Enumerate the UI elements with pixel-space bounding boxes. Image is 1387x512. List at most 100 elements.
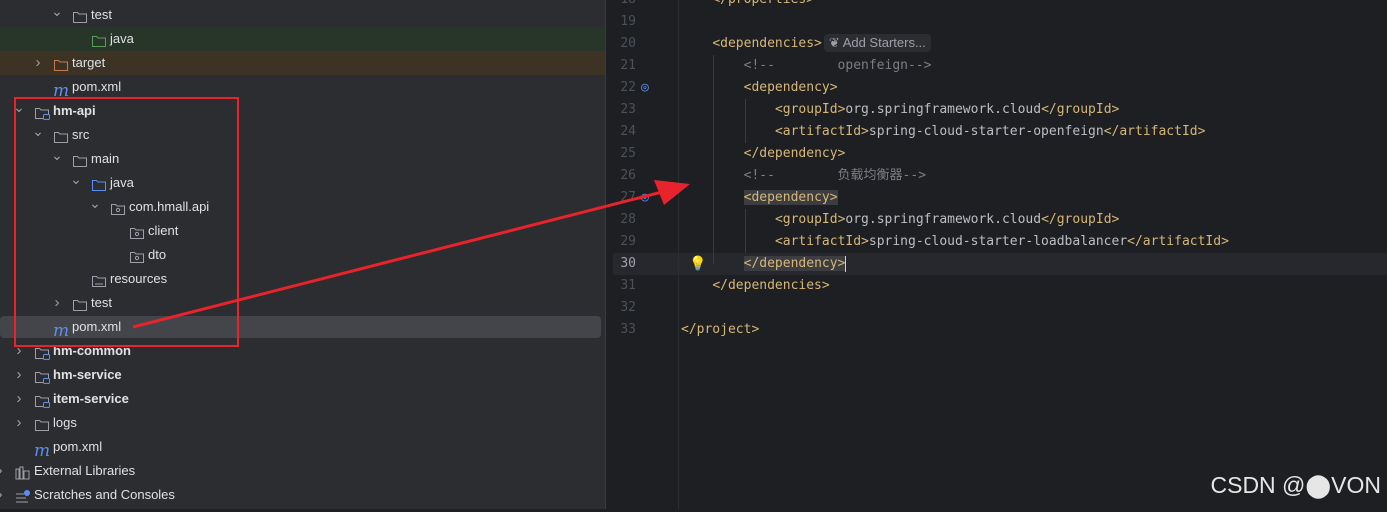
tree-item-external-libraries[interactable]: › External Libraries xyxy=(0,459,605,483)
tree-item-label: target xyxy=(72,55,106,70)
code-line[interactable]: 18 </properties> xyxy=(613,0,1387,11)
tree-item-java[interactable]: ⌄ java xyxy=(0,171,605,195)
line-number: 27 xyxy=(620,190,636,205)
folder-icon xyxy=(72,296,88,311)
tree-item-label: java xyxy=(110,175,134,190)
chevron-right-icon[interactable]: › xyxy=(13,411,25,435)
project-tree: ⌄ test java › target m pom.xml ⌄ hm-api ⌄ src ⌄ main… xyxy=(0,0,605,509)
code-line[interactable]: 25 </dependency> xyxy=(613,143,1387,165)
tree-item-client[interactable]: client xyxy=(0,219,605,243)
module-folder-icon xyxy=(34,392,50,408)
tree-item-pom-xml[interactable]: m pom.xml xyxy=(0,316,601,340)
xml-tag: </artifactId> xyxy=(1127,234,1229,249)
gutter-divider xyxy=(678,0,679,509)
chevron-right-icon[interactable]: › xyxy=(32,51,44,75)
code-text: <!-- 负载均衡器--> xyxy=(744,165,926,187)
xml-tag: </dependency> xyxy=(743,146,846,161)
xml-comment: <!-- 负载均衡器--> xyxy=(743,168,927,183)
code-line[interactable]: 20 <dependencies> ❦ Add Starters... xyxy=(613,33,1387,55)
line-number: 26 xyxy=(620,168,636,183)
tree-item-label: main xyxy=(91,151,120,166)
code-line[interactable]: 21 <!-- openfeign--> xyxy=(613,55,1387,77)
code-line[interactable]: 31 </dependencies> xyxy=(613,275,1387,297)
tree-item-test[interactable]: › test xyxy=(0,291,605,315)
xml-tag: </dependencies> xyxy=(712,278,830,293)
chevron-right-icon[interactable]: › xyxy=(13,363,25,387)
code-line[interactable]: 22 ◎ <dependency> xyxy=(613,77,1387,99)
tree-item-item-service[interactable]: › item-service xyxy=(0,387,605,411)
code-line[interactable]: 30 💡 </dependency> xyxy=(613,253,1387,275)
code-line[interactable]: 24 <artifactId>spring-cloud-starter-openf… xyxy=(613,121,1387,143)
code-text: </dependency> xyxy=(744,143,846,165)
chevron-right-icon[interactable]: › xyxy=(51,291,63,315)
test-source-folder-icon xyxy=(91,32,107,47)
xml-tag: <artifactId> xyxy=(774,234,869,249)
indent-guide xyxy=(744,209,746,253)
code-line[interactable]: 19 xyxy=(613,11,1387,33)
tree-item-label: hm-common xyxy=(53,343,131,358)
tree-item-pom-xml[interactable]: m pom.xml xyxy=(0,435,605,460)
code-text: <!-- openfeign--> xyxy=(744,55,932,77)
tree-item-target[interactable]: › target xyxy=(0,51,605,75)
chevron-down-icon[interactable]: ⌄ xyxy=(32,123,44,147)
line-number: 25 xyxy=(620,146,636,161)
tree-item-dto[interactable]: dto xyxy=(0,243,605,267)
maven-icon: m xyxy=(53,81,70,101)
xml-tag: </groupId> xyxy=(1041,212,1120,227)
chevron-down-icon[interactable]: ⌄ xyxy=(70,171,82,195)
lightbulb-icon[interactable]: 💡 xyxy=(689,253,706,275)
tree-item-label: resources xyxy=(110,271,168,286)
line-number: 19 xyxy=(620,14,636,29)
chevron-down-icon[interactable]: ⌄ xyxy=(13,99,25,123)
tree-item-scratches-and-consoles[interactable]: › Scratches and Consoles xyxy=(0,483,605,507)
package-icon xyxy=(129,248,145,263)
tree-item-hm-service[interactable]: › hm-service xyxy=(0,363,605,387)
tree-item-label: logs xyxy=(53,415,77,430)
chevron-right-icon[interactable]: › xyxy=(0,483,6,507)
tree-item-label: hm-api xyxy=(53,103,96,118)
code-editor[interactable]: 18</properties> 19 20<dependencies>❦ Add S… xyxy=(613,0,1387,509)
tree-item-main[interactable]: ⌄ main xyxy=(0,147,605,171)
add-starters-button[interactable]: ❦ Add Starters... xyxy=(823,34,931,52)
chevron-down-icon[interactable]: ⌄ xyxy=(51,147,63,171)
code-line[interactable]: 27 ◎ <dependency> xyxy=(613,187,1387,209)
chevron-down-icon[interactable]: ⌄ xyxy=(89,195,101,219)
line-number: 22 xyxy=(620,80,636,95)
xml-tag: <dependency> xyxy=(743,80,838,95)
code-line[interactable]: 33 </project> xyxy=(613,319,1387,341)
xml-tag: <groupId> xyxy=(774,212,846,227)
package-icon xyxy=(129,224,145,239)
code-text: <groupId>org.springframework.cloud</grou… xyxy=(775,99,1119,121)
chevron-right-icon[interactable]: › xyxy=(13,339,25,363)
tree-item-label: item-service xyxy=(53,391,129,406)
code-line[interactable]: 29 <artifactId>spring-cloud-starter-loadb… xyxy=(613,231,1387,253)
folder-icon xyxy=(53,128,69,143)
spring-bean-icon[interactable]: ◎ xyxy=(641,77,649,99)
line-number: 32 xyxy=(620,300,636,315)
spring-leaf-icon: ❦ xyxy=(828,35,843,50)
code-text: <dependency> xyxy=(744,77,838,99)
line-number: 23 xyxy=(620,102,636,117)
tree-item-test[interactable]: ⌄ test xyxy=(0,3,605,27)
tree-item-logs[interactable]: › logs xyxy=(0,411,605,435)
chevron-right-icon[interactable]: › xyxy=(0,459,6,483)
tree-item-pom-xml[interactable]: m pom.xml xyxy=(0,75,605,101)
indent-guide xyxy=(713,55,715,264)
chevron-down-icon[interactable]: ⌄ xyxy=(51,3,63,27)
code-line[interactable]: 23 <groupId>org.springframework.cloud</gr… xyxy=(613,99,1387,121)
chevron-right-icon[interactable]: › xyxy=(13,387,25,411)
tree-item-java[interactable]: java xyxy=(0,27,605,51)
spring-bean-icon[interactable]: ◎ xyxy=(641,187,649,209)
tree-item-hm-common[interactable]: › hm-common xyxy=(0,339,605,363)
folder-icon xyxy=(72,152,88,167)
code-line[interactable]: 28 <groupId>org.springframework.cloud</gr… xyxy=(613,209,1387,231)
tree-item-label: pom.xml xyxy=(72,319,122,334)
tree-item-src[interactable]: ⌄ src xyxy=(0,123,605,147)
tree-item-hm-api[interactable]: ⌄ hm-api xyxy=(0,99,605,123)
code-line[interactable]: 32 xyxy=(613,297,1387,319)
code-text: </dependency> xyxy=(743,253,847,275)
tree-item-com-hmall-api[interactable]: ⌄ com.hmall.api xyxy=(0,195,605,219)
watermark: CSDN @⬤VON xyxy=(1210,472,1382,498)
code-line[interactable]: 26 <!-- 负载均衡器--> xyxy=(613,165,1387,187)
tree-item-resources[interactable]: resources xyxy=(0,267,605,291)
